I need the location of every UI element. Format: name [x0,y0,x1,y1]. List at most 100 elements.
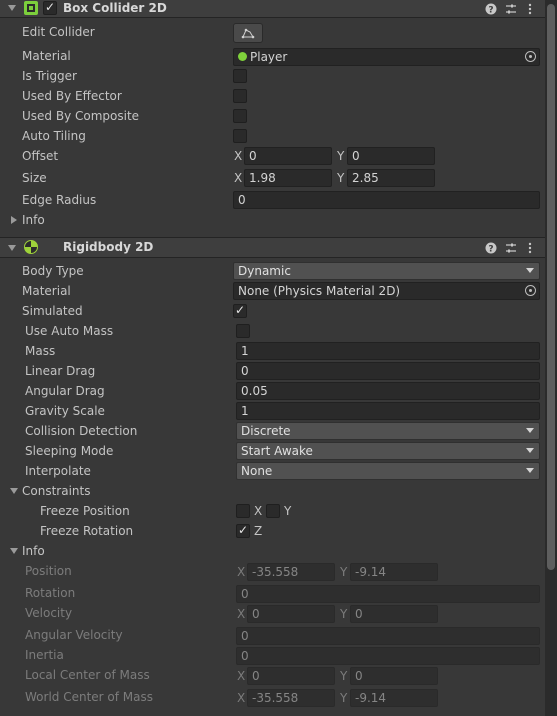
presets-icon[interactable] [504,237,518,257]
info-velocity-x-field: 0 [247,605,335,623]
collider-material-value: Player [250,50,288,64]
rigidbody-material-label: Material [22,284,71,298]
info-local-com-x-field: 0 [247,667,335,685]
object-picker-icon[interactable] [525,285,536,296]
freeze-rotation-label: Freeze Rotation [40,524,134,538]
edge-radius-field[interactable]: 0 [233,191,540,209]
scrollbar-thumb[interactable] [547,4,555,570]
box-collider-enabled-checkbox[interactable] [43,0,57,15]
info-local-com-y-axis: Y [340,669,348,683]
chevron-down-icon [526,448,534,453]
info-velocity-label: Velocity [25,606,73,620]
svg-text:?: ? [488,5,493,15]
rigidbody-title: Rigidbody 2D [63,240,154,254]
info-world-com-y-axis: Y [340,691,348,705]
info-rotation-field: 0 [236,585,540,603]
freeze-rotation-z-checkbox[interactable] [236,523,250,538]
info-velocity-y-field: 0 [350,605,438,623]
help-icon[interactable]: ? [484,237,498,257]
info-rotation-label: Rotation [25,586,76,600]
info-angular-velocity-field: 0 [236,627,540,645]
edit-collider-label: Edit Collider [22,25,95,39]
svg-text:?: ? [488,244,493,254]
collider-material-field[interactable]: Player [233,48,540,66]
linear-drag-field[interactable]: 0 [236,362,540,380]
edit-collider-button[interactable] [233,23,263,43]
collider-info-foldout-icon[interactable] [11,216,17,224]
object-picker-icon[interactable] [525,51,536,62]
freeze-position-x-checkbox[interactable] [236,504,250,518]
used-by-effector-label: Used By Effector [22,89,122,103]
constraints-label[interactable]: Constraints [22,481,90,501]
rigidbody-material-field[interactable]: None (Physics Material 2D) [233,282,540,300]
info-position-x-axis: X [237,565,246,579]
offset-x-field[interactable]: 0 [244,147,332,165]
box-collider-icon [24,1,38,15]
info-position-y-axis: Y [340,565,348,579]
freeze-position-y-checkbox[interactable] [266,504,280,518]
info-velocity-x-axis: X [237,607,246,621]
freeze-position-x-label: X [254,504,263,518]
used-by-composite-checkbox[interactable] [233,109,247,123]
gravity-scale-label: Gravity Scale [25,404,105,418]
auto-tiling-checkbox[interactable] [233,129,247,143]
info-world-com-x-axis: X [237,691,246,705]
angular-drag-field[interactable]: 0.05 [236,382,540,400]
size-y-field[interactable]: 2.85 [347,169,435,187]
use-auto-mass-label: Use Auto Mass [25,324,114,338]
body-type-dropdown[interactable]: Dynamic [233,262,540,280]
sleeping-mode-label: Sleeping Mode [25,444,114,458]
more-icon[interactable] [523,237,537,257]
rigidbody-info-label[interactable]: Info [22,541,45,561]
info-position-label: Position [25,564,72,578]
chevron-down-icon [526,268,534,273]
interpolate-dropdown[interactable]: None [236,462,540,480]
interpolate-value: None [241,464,273,478]
size-x-field[interactable]: 1.98 [244,169,332,187]
use-auto-mass-checkbox[interactable] [236,324,250,338]
used-by-effector-checkbox[interactable] [233,89,247,103]
size-label: Size [22,171,47,185]
simulated-checkbox[interactable] [233,303,247,318]
collision-detection-label: Collision Detection [25,424,138,438]
rigidbody-info-foldout-icon[interactable] [10,548,18,554]
offset-label: Offset [22,149,59,163]
box-collider-title: Box Collider 2D [63,1,167,15]
constraints-foldout-icon[interactable] [10,488,18,494]
rigidbody-foldout-icon[interactable] [8,245,16,251]
is-trigger-label: Is Trigger [22,69,77,83]
collision-detection-dropdown[interactable]: Discrete [236,422,540,440]
body-type-value: Dynamic [238,264,291,278]
more-icon[interactable] [523,0,537,18]
collider-material-label: Material [22,49,71,63]
sleeping-mode-value: Start Awake [241,444,313,458]
size-y-axis-label: Y [337,171,345,185]
info-world-com-x-field: -35.558 [247,689,335,707]
collider-info-label[interactable]: Info [22,210,45,230]
info-world-com-y-field: -9.14 [350,689,438,707]
info-local-com-label: Local Center of Mass [25,668,150,682]
simulated-label: Simulated [22,304,83,318]
auto-tiling-label: Auto Tiling [22,129,86,143]
info-position-x-field: -35.558 [247,563,335,581]
mass-label: Mass [25,344,56,358]
info-inertia-label: Inertia [25,648,64,662]
mass-field[interactable]: 1 [236,342,540,360]
gravity-scale-field[interactable]: 1 [236,402,540,420]
box-collider-foldout-icon[interactable] [8,5,16,11]
edge-radius-label: Edge Radius [22,193,97,207]
collision-detection-value: Discrete [241,424,291,438]
freeze-position-y-label: Y [284,504,292,518]
info-position-y-field: -9.14 [350,563,438,581]
info-local-com-y-field: 0 [350,667,438,685]
help-icon[interactable]: ? [484,0,498,18]
is-trigger-checkbox[interactable] [233,69,247,83]
presets-icon[interactable] [504,0,518,18]
rigidbody-material-value: None (Physics Material 2D) [238,284,401,298]
info-angular-velocity-label: Angular Velocity [25,628,123,642]
sleeping-mode-dropdown[interactable]: Start Awake [236,442,540,460]
rigidbody-icon [24,240,38,254]
linear-drag-label: Linear Drag [25,364,96,378]
info-velocity-y-axis: Y [340,607,348,621]
offset-y-field[interactable]: 0 [347,147,435,165]
